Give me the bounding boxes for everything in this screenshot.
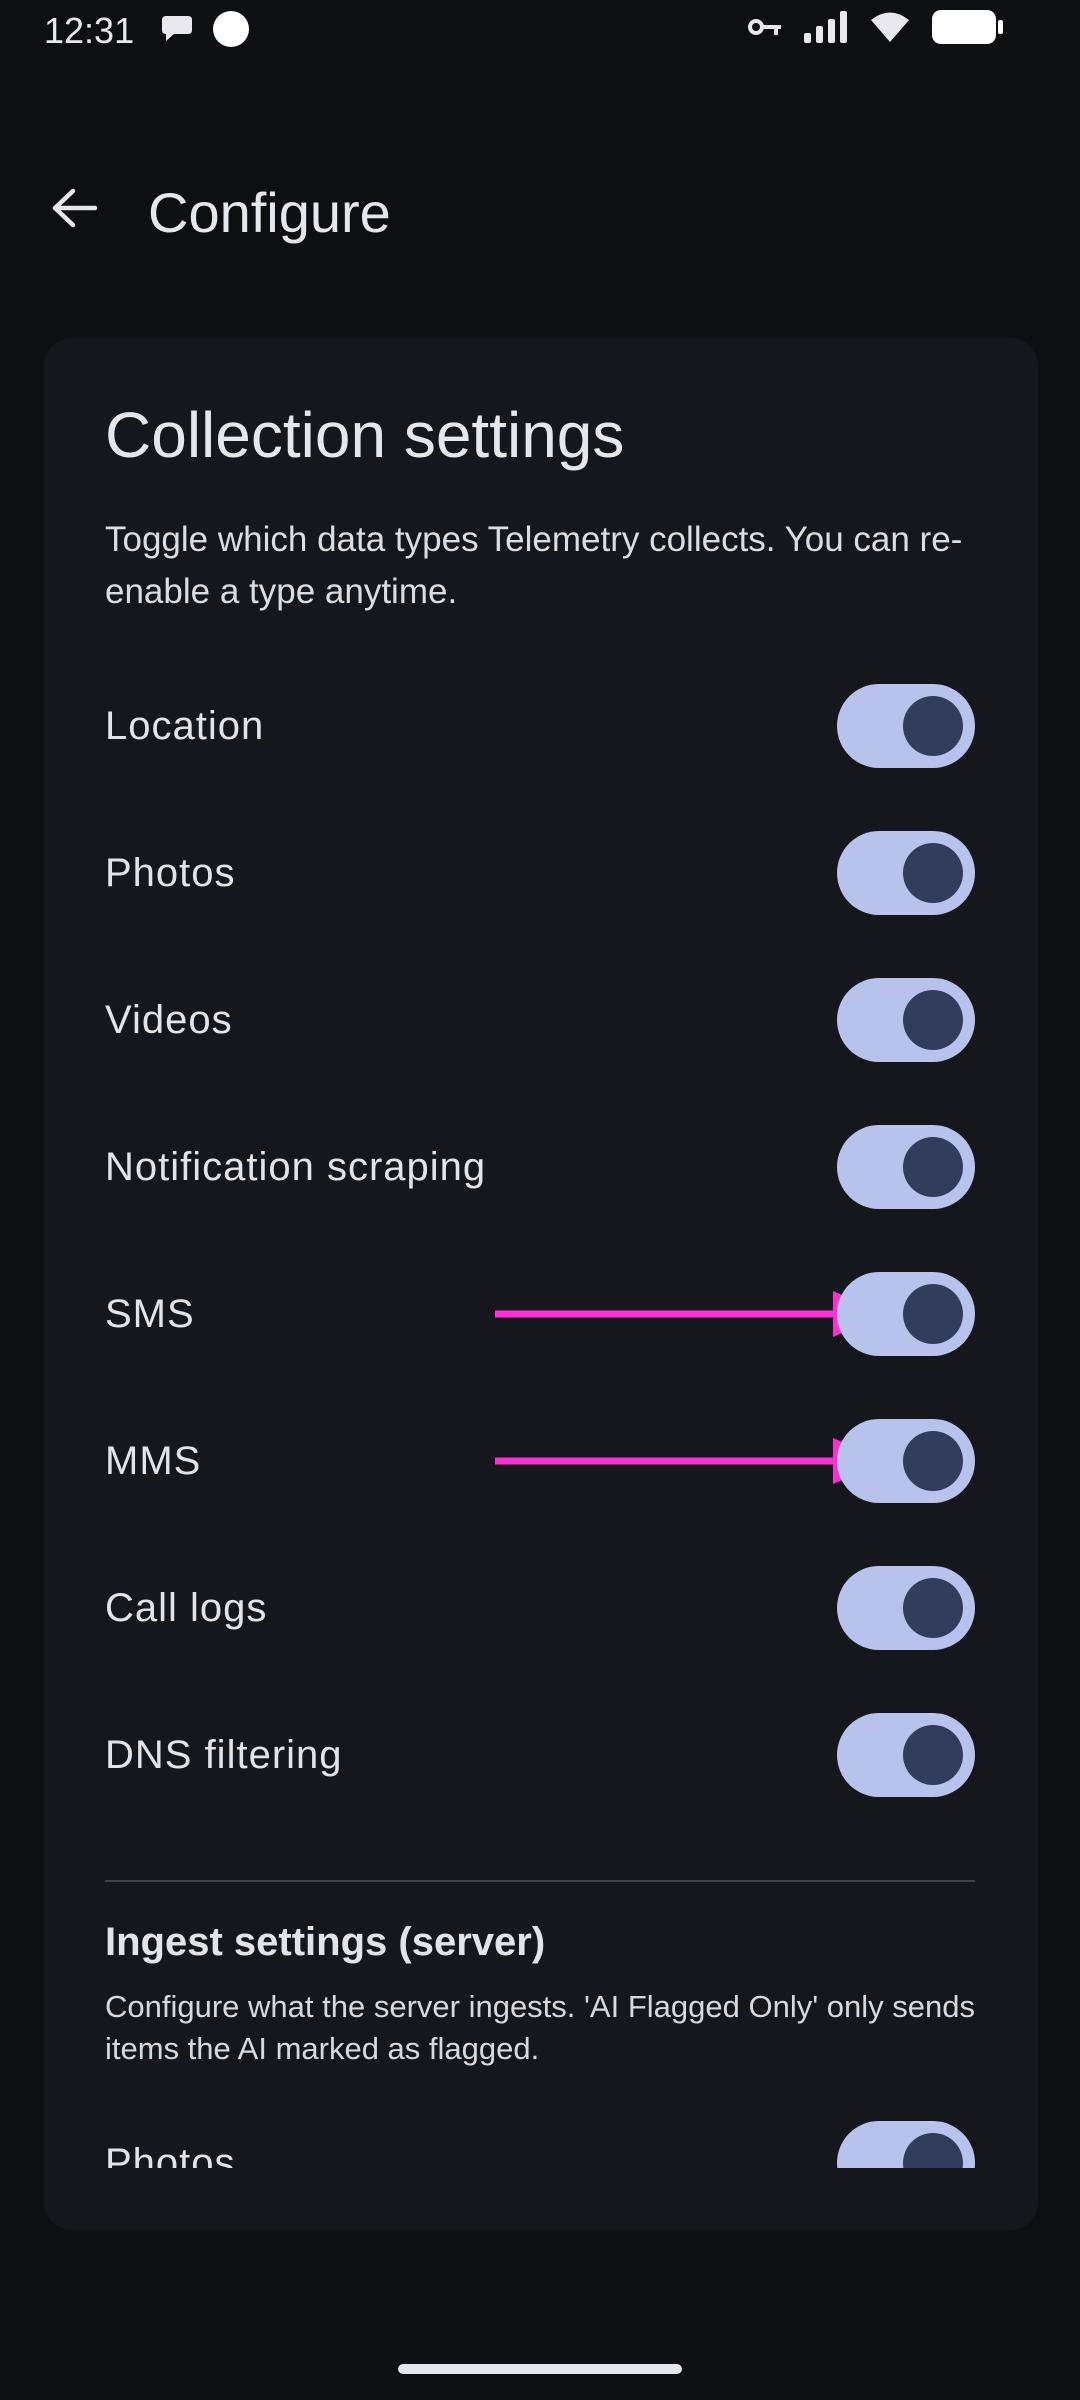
toggle-knob	[903, 843, 963, 903]
status-icons	[748, 10, 1004, 49]
toggle-knob	[903, 1431, 963, 1491]
page-title: Configure	[148, 181, 391, 244]
setting-label: Photos	[105, 850, 236, 895]
setting-label: Videos	[105, 997, 233, 1042]
setting-label: SMS	[105, 1291, 195, 1336]
circle-icon	[212, 10, 250, 53]
toggle-knob	[903, 1137, 963, 1197]
setting-label: Notification scraping	[105, 1144, 487, 1189]
settings-card: Collection settings Toggle which data ty…	[44, 338, 1038, 2230]
setting-row-sms[interactable]: SMS	[105, 1269, 975, 1359]
app-bar: Configure	[0, 160, 1080, 260]
status-bar: 12:31	[0, 0, 1080, 62]
toggle-knob	[903, 696, 963, 756]
toggle-knob	[903, 990, 963, 1050]
back-button[interactable]	[46, 182, 102, 238]
setting-label: DNS filtering	[105, 1732, 343, 1777]
setting-label: MMS	[105, 1438, 202, 1483]
section-divider	[105, 1880, 975, 1882]
photos-toggle[interactable]	[837, 831, 975, 915]
toggle-knob	[903, 2133, 963, 2168]
videos-toggle[interactable]	[837, 978, 975, 1062]
signal-icon	[804, 11, 848, 48]
setting-label: Call logs	[105, 1585, 268, 1630]
setting-row-ingest-photos[interactable]: Photos	[105, 2118, 975, 2168]
setting-row-dns-filtering[interactable]: DNS filtering	[105, 1710, 975, 1800]
location-toggle[interactable]	[837, 684, 975, 768]
setting-row-photos[interactable]: Photos	[105, 828, 975, 918]
vpn-key-icon	[748, 16, 782, 43]
dns-filtering-toggle[interactable]	[837, 1713, 975, 1797]
setting-row-location[interactable]: Location	[105, 681, 975, 771]
ingest-photos-toggle[interactable]	[837, 2121, 975, 2168]
collection-settings-description: Toggle which data types Telemetry collec…	[105, 520, 963, 611]
toggle-knob	[903, 1578, 963, 1638]
setting-row-call-logs[interactable]: Call logs	[105, 1563, 975, 1653]
scroll-clip: Photos	[44, 2118, 1038, 2168]
arrow-back-icon	[51, 187, 98, 234]
annotation-arrow-icon	[495, 1291, 885, 1337]
setting-row-videos[interactable]: Videos	[105, 975, 975, 1065]
setting-label: Photos	[105, 2140, 236, 2169]
setting-row-notification-scraping[interactable]: Notification scraping	[105, 1122, 975, 1212]
home-indicator[interactable]	[398, 2364, 682, 2374]
battery-icon	[932, 10, 1004, 49]
collection-settings-title: Collection settings	[105, 399, 625, 471]
ingest-settings-description: Configure what the server ingests. 'AI F…	[105, 1989, 975, 2066]
setting-label: Location	[105, 703, 265, 748]
wifi-icon	[870, 11, 910, 48]
call-logs-toggle[interactable]	[837, 1566, 975, 1650]
chat-bubble-icon	[160, 14, 194, 49]
toggle-knob	[903, 1284, 963, 1344]
setting-row-mms[interactable]: MMS	[105, 1416, 975, 1506]
toggle-knob	[903, 1725, 963, 1785]
ingest-settings-title: Ingest settings (server)	[105, 1920, 546, 1964]
status-time: 12:31	[44, 10, 135, 51]
mms-toggle[interactable]	[837, 1419, 975, 1503]
annotation-arrow-icon	[495, 1438, 885, 1484]
sms-toggle[interactable]	[837, 1272, 975, 1356]
notification-scraping-toggle[interactable]	[837, 1125, 975, 1209]
